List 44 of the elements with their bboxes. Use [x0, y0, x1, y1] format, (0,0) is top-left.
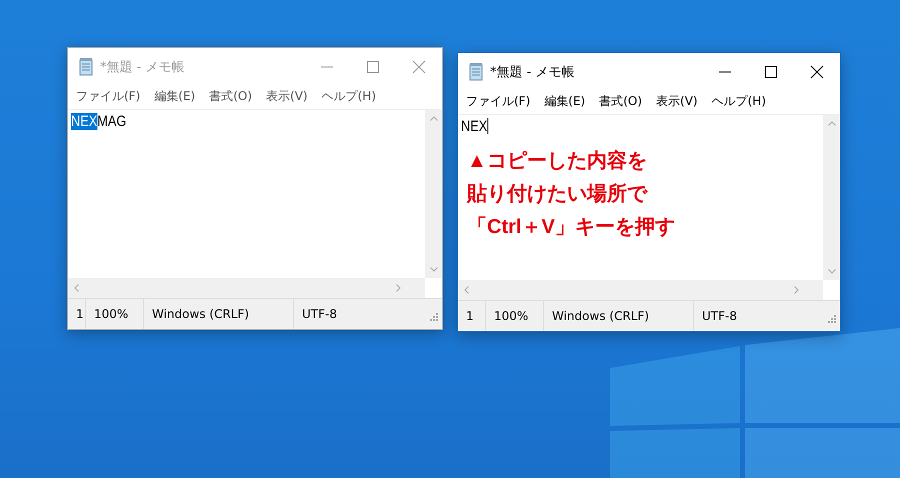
status-text: 100% [486, 301, 544, 331]
menu-item[interactable]: 表示(V) [656, 93, 698, 110]
vertical-scrollbar[interactable] [823, 115, 840, 280]
scroll-down-icon[interactable] [828, 269, 836, 274]
status-text: 100% [86, 299, 144, 329]
text-content: MAG [97, 112, 126, 130]
status-text: 1 [458, 301, 486, 331]
vertical-scrollbar[interactable] [425, 110, 442, 278]
menu-item[interactable]: ファイル(F) [76, 88, 140, 105]
status-text: UTF-8 [701, 308, 738, 325]
text-area[interactable]: NEX ▲コピーした内容を 貼り付けたい場所で 「Ctrl＋V」キーを押す [458, 115, 823, 280]
scroll-left-icon[interactable] [74, 284, 79, 292]
menu-item[interactable]: 編集(E) [154, 88, 196, 105]
window-title: *無題 - メモ帳 [100, 59, 186, 76]
status-text: 1 [68, 299, 86, 329]
text-content: NEX [461, 118, 488, 134]
menu-item[interactable]: 表示(V) [266, 88, 308, 105]
menu-item[interactable]: ヘルプ(H) [712, 93, 766, 110]
scroll-right-icon[interactable] [396, 284, 401, 292]
scroll-up-icon[interactable] [430, 116, 438, 121]
annotation-text: ▲コピーした内容を [467, 148, 648, 174]
menu-item[interactable]: ヘルプ(H) [322, 88, 376, 105]
scroll-up-icon[interactable] [828, 121, 836, 126]
menu-item[interactable]: 編集(E) [544, 93, 586, 110]
text-area[interactable]: NEXMAG [68, 110, 425, 278]
menu-item[interactable]: ファイル(F) [466, 93, 530, 110]
scroll-down-icon[interactable] [430, 267, 438, 272]
text-content: NEX [71, 112, 98, 130]
annotation-text: 貼り付けたい場所で [467, 182, 649, 207]
status-text: Windows (CRLF) [544, 301, 694, 331]
resize-grip-icon[interactable] [828, 315, 836, 323]
scroll-right-icon[interactable] [794, 286, 799, 294]
window-title: *無題 - メモ帳 [490, 64, 576, 81]
horizontal-scrollbar[interactable] [458, 280, 823, 300]
resize-grip-icon[interactable] [430, 313, 438, 321]
status-text: UTF-8 [301, 306, 338, 323]
menu-item[interactable]: 書式(O) [209, 88, 252, 105]
annotation-text: 「Ctrl＋V」キーを押す [467, 215, 676, 240]
status-text: Windows (CRLF) [144, 299, 294, 329]
notepad-icon [468, 63, 484, 81]
menu-item[interactable]: 書式(O) [599, 93, 642, 110]
notepad-icon [78, 58, 94, 76]
scroll-left-icon[interactable] [464, 286, 469, 294]
horizontal-scrollbar[interactable] [68, 278, 425, 298]
